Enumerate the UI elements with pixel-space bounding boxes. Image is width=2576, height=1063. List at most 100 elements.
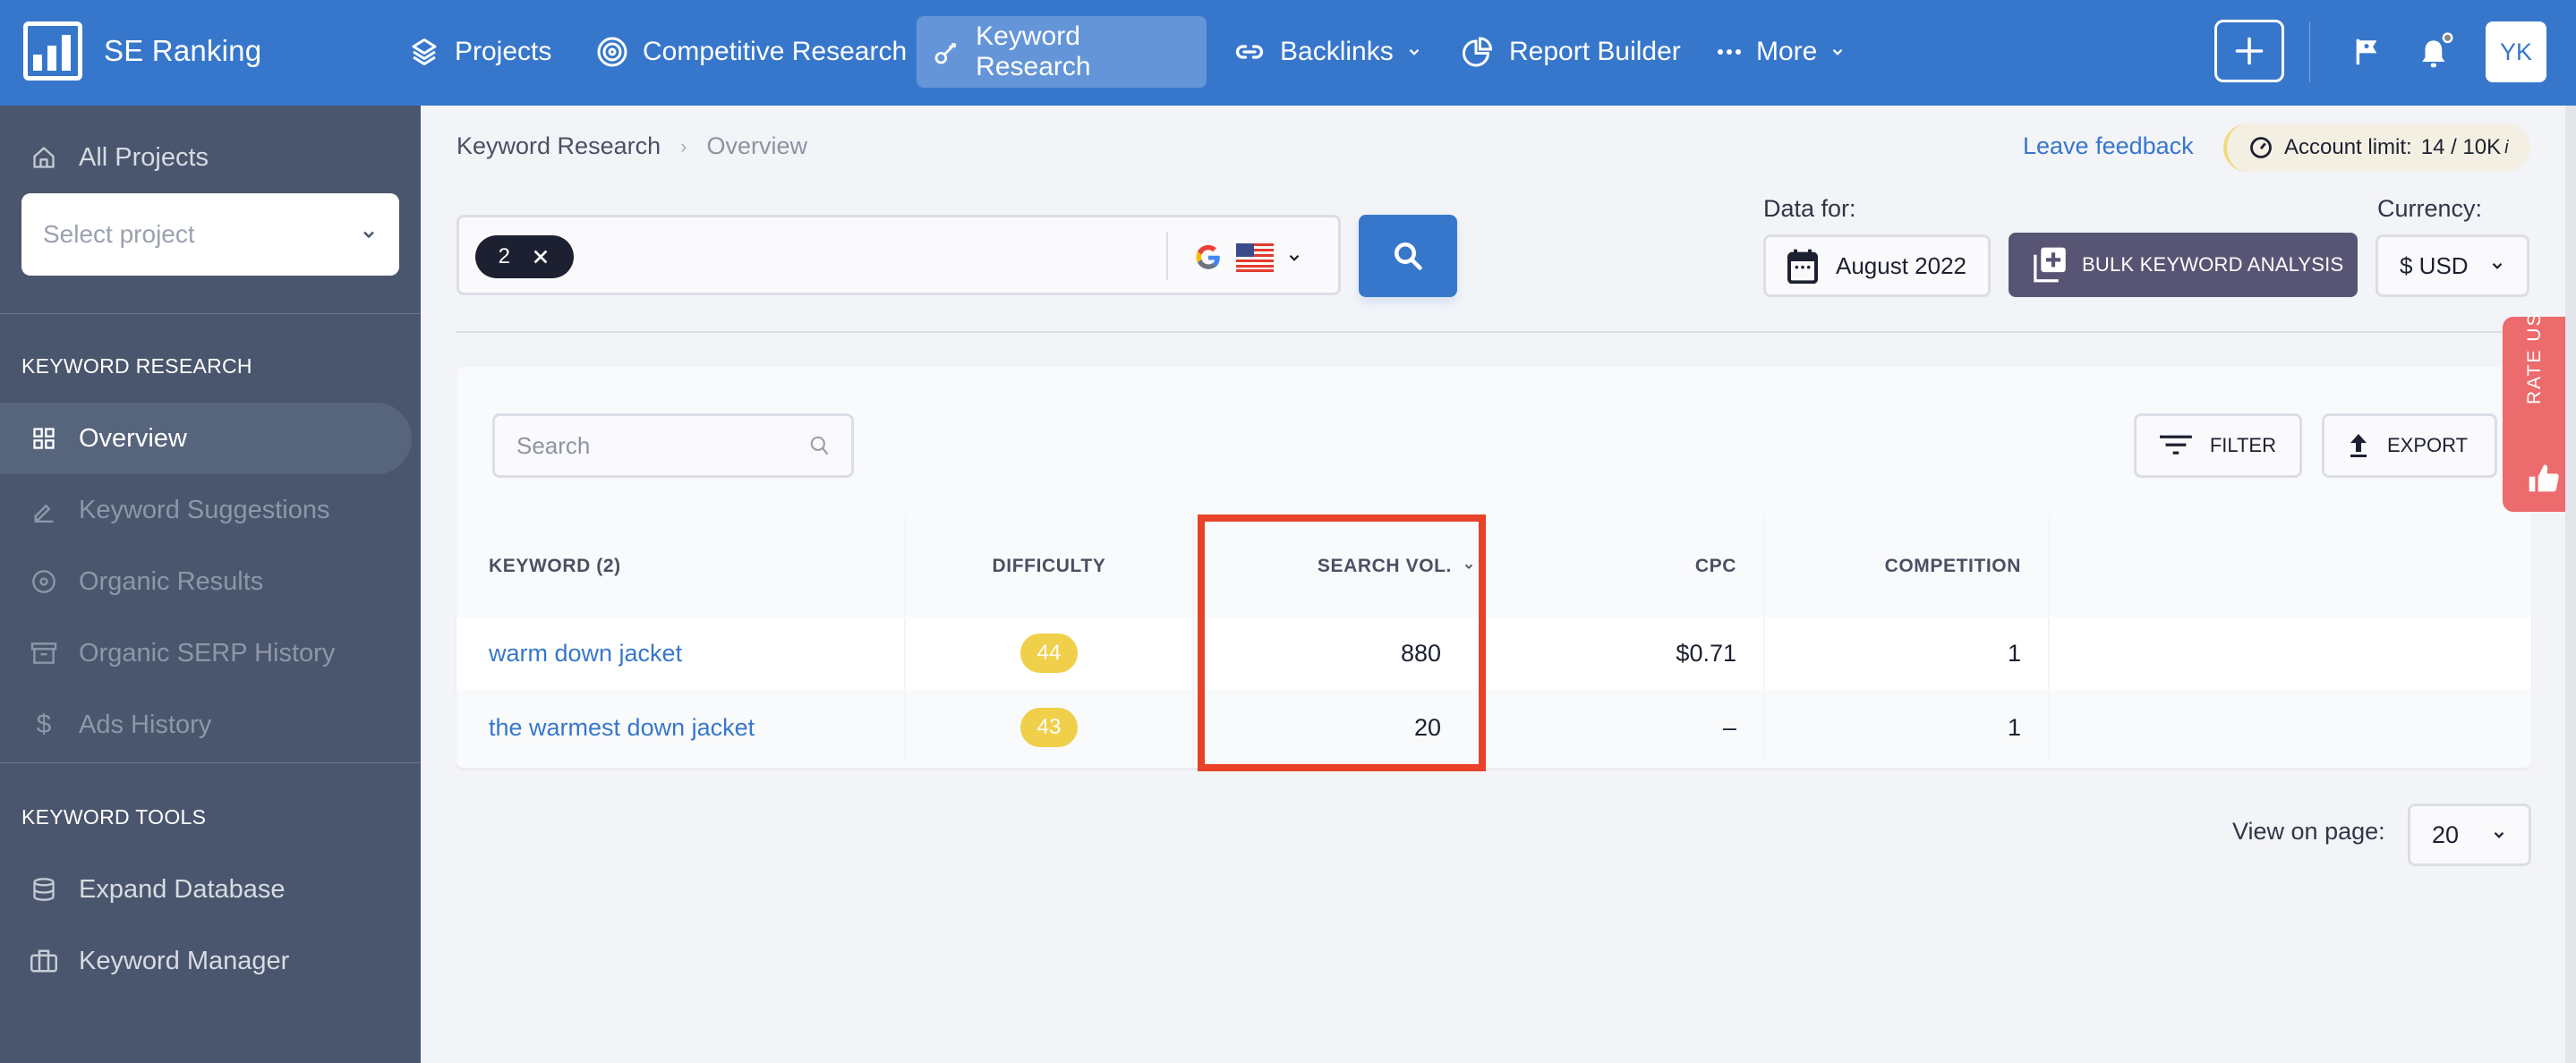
- keyword-count-chip[interactable]: 2: [475, 235, 574, 278]
- column-header-search-volume[interactable]: SEARCH VOL.: [1195, 516, 1486, 616]
- layers-icon: [412, 38, 437, 65]
- sidebar-divider: [0, 762, 421, 763]
- sidebar-item-organic-results[interactable]: Organic Results: [0, 546, 412, 617]
- sidebar-item-label: Organic SERP History: [79, 638, 336, 668]
- table-search-input[interactable]: Search: [492, 413, 854, 478]
- date-picker-button[interactable]: August 2022: [1763, 234, 1991, 297]
- search-button[interactable]: [1359, 215, 1457, 297]
- more-dots-icon: [1718, 49, 1741, 55]
- chevron-down-icon: [1289, 254, 1300, 261]
- export-button[interactable]: EXPORT: [2322, 413, 2497, 478]
- sidebar-item-label: Keyword Suggestions: [79, 495, 330, 524]
- column-header-competition[interactable]: COMPETITION: [1765, 516, 2048, 616]
- sidebar-item-expand-database[interactable]: Expand Database: [0, 854, 412, 925]
- flag-button[interactable]: [2343, 27, 2390, 77]
- column-header-empty: [2050, 516, 2531, 616]
- database-icon: [30, 876, 57, 903]
- sidebar-all-projects[interactable]: All Projects: [0, 122, 412, 193]
- sidebar-divider: [0, 313, 421, 314]
- date-value: August 2022: [1836, 251, 1967, 279]
- column-header-keyword[interactable]: KEYWORD (2): [456, 516, 904, 616]
- bulk-keyword-analysis-button[interactable]: BULK KEYWORD ANALYSIS: [2009, 233, 2358, 297]
- calendar-icon: [1787, 249, 1818, 284]
- top-navigation: SE Ranking Projects Competitive Research…: [0, 0, 2576, 106]
- sidebar-item-keyword-suggestions[interactable]: Keyword Suggestions: [0, 474, 412, 546]
- pie-chart-icon: [1463, 37, 1493, 67]
- keyword-link[interactable]: the warmest down jacket: [489, 714, 755, 742]
- nav-projects[interactable]: Projects: [392, 16, 567, 88]
- filter-label: FILTER: [2209, 434, 2276, 456]
- sidebar-all-projects-label: All Projects: [79, 142, 209, 172]
- link-icon: [1235, 45, 1264, 59]
- grid-icon: [30, 425, 57, 452]
- column-header-cpc[interactable]: CPC: [1488, 516, 1763, 616]
- notifications-button[interactable]: [2413, 27, 2460, 77]
- account-limit-label: Account limit:: [2284, 135, 2412, 159]
- breadcrumb-separator-icon: ›: [680, 134, 687, 157]
- currency-select[interactable]: $ USD: [2376, 234, 2529, 297]
- sidebar-item-ads-history[interactable]: $ Ads History: [0, 689, 412, 761]
- account-limit-badge[interactable]: Account limit: 14 / 10K i: [2223, 123, 2530, 172]
- eye-icon: [30, 568, 57, 595]
- sidebar-item-organic-serp-history[interactable]: Organic SERP History: [0, 617, 412, 689]
- difficulty-badge: 43: [1020, 708, 1078, 747]
- column-header-difficulty[interactable]: DIFFICULTY: [906, 516, 1192, 616]
- keyword-cell: warm down jacket: [456, 617, 904, 689]
- sidebar-heading-keyword-research: KEYWORD RESEARCH: [21, 354, 252, 378]
- flag-icon: [2356, 38, 2377, 65]
- search-engine-country-select[interactable]: [1193, 234, 1327, 282]
- info-icon[interactable]: i: [2504, 138, 2508, 158]
- briefcase-icon: [30, 948, 57, 974]
- competition-cell: 1: [1765, 617, 2048, 689]
- dollar-icon: $: [36, 710, 52, 739]
- add-button[interactable]: [2214, 20, 2284, 82]
- input-divider: [1166, 232, 1168, 280]
- nav-keyword-research-label: Keyword Research: [976, 21, 1091, 81]
- nav-keyword-research[interactable]: Keyword Research: [917, 16, 1207, 88]
- keyword-search-input[interactable]: 2: [456, 215, 1341, 295]
- difficulty-cell: 44: [906, 617, 1192, 689]
- table-row: warm down jacket 44 880 $0.71 1: [456, 617, 2531, 689]
- rate-us-label: RATE US: [2524, 311, 2545, 404]
- search-volume-cell: 880: [1195, 617, 1486, 689]
- account-limit-value: 14 / 10K: [2420, 135, 2502, 159]
- export-label: EXPORT: [2387, 434, 2469, 456]
- nav-competitive-research[interactable]: Competitive Research: [580, 16, 923, 88]
- vertical-scrollbar[interactable]: [2565, 106, 2576, 1063]
- brand-name[interactable]: SE Ranking: [104, 34, 261, 68]
- sidebar-item-label: Organic Results: [79, 566, 264, 596]
- sidebar-item-label: Overview: [79, 423, 187, 453]
- user-avatar[interactable]: YK: [2486, 21, 2546, 82]
- sidebar-item-label: Keyword Manager: [79, 946, 290, 975]
- breadcrumb-overview: Overview: [706, 132, 807, 159]
- keyword-link[interactable]: warm down jacket: [489, 640, 682, 668]
- view-on-page-select[interactable]: 20: [2408, 804, 2531, 866]
- sidebar-item-keyword-manager[interactable]: Keyword Manager: [0, 925, 412, 997]
- pencil-icon: [30, 497, 57, 523]
- nav-report-builder[interactable]: Report Builder: [1446, 16, 1697, 88]
- keyword-table-card: Search FILTER EXPORT KEYWORD (2) DIFFICU…: [456, 367, 2531, 768]
- filter-icon: [2160, 435, 2192, 455]
- search-icon: [1395, 242, 1422, 270]
- chevron-down-icon: [2492, 262, 2503, 269]
- se-ranking-logo-icon[interactable]: [23, 21, 82, 81]
- empty-cell: [2050, 692, 2531, 763]
- chevron-down-icon: [1833, 48, 1843, 55]
- search-icon: [810, 436, 829, 455]
- home-icon: [30, 144, 57, 171]
- main-divider: [456, 331, 2531, 333]
- currency-value: $ USD: [2400, 251, 2469, 279]
- leave-feedback-link[interactable]: Leave feedback: [2023, 132, 2194, 160]
- close-icon[interactable]: [531, 247, 550, 267]
- archive-icon: [30, 640, 57, 667]
- keyword-cell: the warmest down jacket: [456, 692, 904, 763]
- competition-cell: 1: [1765, 692, 2048, 763]
- nav-backlinks[interactable]: Backlinks: [1217, 16, 1438, 88]
- nav-more[interactable]: More: [1701, 16, 1862, 88]
- sidebar-item-overview[interactable]: Overview: [0, 403, 412, 474]
- select-project-dropdown[interactable]: Select project: [21, 193, 399, 276]
- empty-cell: [2050, 617, 2531, 689]
- sidebar-item-label: Expand Database: [79, 874, 286, 904]
- breadcrumb-keyword-research[interactable]: Keyword Research: [456, 132, 661, 160]
- filter-button[interactable]: FILTER: [2134, 413, 2302, 478]
